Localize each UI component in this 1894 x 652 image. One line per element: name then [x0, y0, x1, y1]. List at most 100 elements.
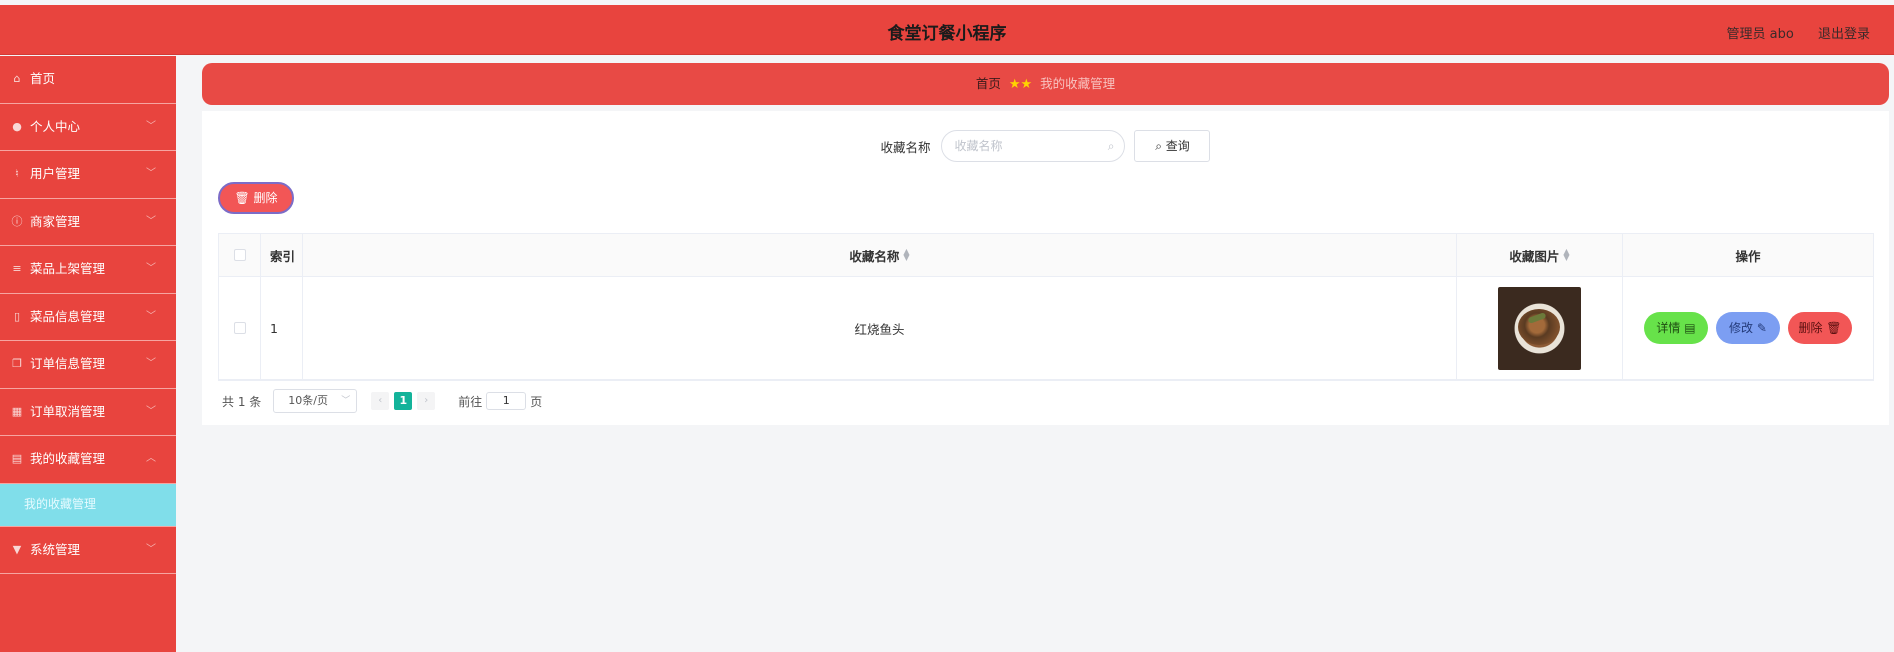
- table-row: 1 红烧鱼头 详情 ▤ 修改 ✎ 删除 🗑: [219, 277, 1873, 380]
- pagination-total: 共 1 条: [222, 394, 262, 409]
- sidebar-item-label: 个人中心: [30, 118, 81, 134]
- sidebar-item-label: 订单取消管理: [30, 403, 106, 419]
- briefcase-icon: ▤: [11, 452, 23, 465]
- sidebar-subitem-my-favorites[interactable]: 我的收藏管理: [0, 483, 176, 527]
- logout-link[interactable]: 退出登录: [1818, 27, 1870, 42]
- row-delete-label: 删除: [1798, 321, 1823, 335]
- chevron-down-icon: ﹀: [146, 120, 156, 132]
- chevron-down-icon: ﹀: [146, 310, 156, 322]
- dish-thumbnail[interactable]: [1498, 286, 1581, 370]
- chevron-down-icon: ﹀: [146, 543, 156, 555]
- app-title: 食堂订餐小程序: [887, 24, 1007, 44]
- header-user-area: 管理员 abo 退出登录: [1707, 23, 1870, 42]
- sort-icon[interactable]: ▲ ▼: [903, 248, 909, 262]
- query-button[interactable]: ⌕ 查询: [1134, 130, 1211, 162]
- trash-icon: 🗑: [234, 191, 250, 205]
- chevron-up-icon: ︿: [146, 453, 156, 464]
- chevron-down-icon: ﹀: [146, 358, 156, 369]
- column-header-image[interactable]: 收藏图片 ▲ ▼: [1457, 234, 1623, 276]
- sidebar-item-user-management[interactable]: ♮ 用户管理 ﹀: [0, 151, 176, 199]
- select-all-cell: [219, 234, 261, 276]
- breadcrumb: 首页 ★★ 我的收藏管理: [202, 63, 1889, 105]
- pencil-icon: ✎: [1756, 321, 1767, 335]
- row-actions: 详情 ▤ 修改 ✎ 删除 🗑: [1623, 277, 1873, 379]
- home-icon: ⌂: [13, 72, 21, 85]
- sidebar: ⌂ 首页 ● 个人中心 ﹀ ♮ 用户管理 ﹀ ⓘ 商家管理 ﹀ ≡ 菜品上架管理…: [0, 56, 176, 652]
- query-button-label: 查询: [1165, 139, 1190, 153]
- goto-page-input[interactable]: 1: [486, 392, 527, 410]
- detail-button[interactable]: 详情 ▤: [1644, 312, 1708, 344]
- sidebar-item-label: 我的收藏管理: [30, 451, 106, 466]
- sidebar-item-order-info-management[interactable]: ❐ 订单信息管理 ﹀: [0, 341, 176, 389]
- page-suffix-label: 页: [530, 394, 543, 409]
- user-icon: ●: [12, 119, 22, 133]
- sidebar-item-label: 菜品信息管理: [30, 308, 106, 324]
- row-delete-button[interactable]: 删除 🗑: [1788, 312, 1852, 344]
- prev-page-button[interactable]: ‹: [371, 392, 390, 410]
- sidebar-item-label: 系统管理: [30, 541, 81, 557]
- list-icon: ≡: [12, 262, 22, 275]
- trash-icon: 🗑: [1826, 321, 1842, 335]
- column-header-index: 索引: [261, 234, 303, 276]
- chevron-down-icon: ﹀: [146, 215, 156, 227]
- sidebar-item-dish-info-management[interactable]: ▯ 菜品信息管理 ﹀: [0, 294, 176, 341]
- chevron-down-icon: ﹀: [146, 405, 156, 417]
- column-header-image-label: 收藏图片: [1509, 248, 1560, 264]
- page-size-select[interactable]: 10条/页 ﹀: [273, 389, 358, 413]
- sidebar-item-my-favorites-management[interactable]: ▤ 我的收藏管理 ︿: [0, 436, 176, 484]
- page-size-value: 10条/页: [288, 394, 328, 407]
- chevron-down-icon: ﹀: [146, 263, 156, 274]
- sidebar-item-label: 首页: [30, 71, 56, 86]
- copy-icon: ❐: [12, 357, 22, 370]
- column-header-actions: 操作: [1735, 248, 1761, 264]
- select-all-checkbox[interactable]: [233, 249, 246, 261]
- sidebar-item-label: 用户管理: [30, 166, 81, 181]
- sort-icon[interactable]: ▲ ▼: [1563, 248, 1569, 262]
- row-image-cell: [1457, 277, 1623, 379]
- row-select-cell: [219, 277, 261, 379]
- search-icon: ⌕: [1155, 139, 1162, 153]
- column-header-name[interactable]: 收藏名称 ▲ ▼: [303, 234, 1457, 276]
- sidebar-item-order-cancel-management[interactable]: ▦ 订单取消管理 ﹀: [0, 389, 176, 436]
- clipboard-icon: ▦: [11, 404, 23, 418]
- info-icon: ⓘ: [11, 214, 23, 228]
- chevron-down-icon: ﹀: [341, 396, 351, 406]
- bulk-delete-button[interactable]: 🗑 删除: [218, 182, 294, 214]
- sidebar-item-label: 商家管理: [30, 213, 81, 229]
- column-header-name-label: 收藏名称: [849, 248, 900, 264]
- search-label: 收藏名称: [880, 139, 931, 155]
- star-separator-icon: ★★: [1008, 77, 1033, 92]
- favorites-table: 索引 收藏名称 ▲ ▼ 收藏图片 ▲ ▼ 操作 1 红烧鱼头 详情 ▤ 修改 ✎…: [218, 233, 1874, 381]
- bulk-delete-label: 删除: [253, 191, 278, 205]
- detail-label: 详情: [1656, 321, 1681, 335]
- sidebar-item-label: 菜品上架管理: [30, 261, 106, 276]
- top-header: 食堂订餐小程序 管理员 abo 退出登录: [0, 5, 1894, 55]
- main-content: 收藏名称 收藏名称 ⌕ ⌕ 查询 🗑 删除 索引 收藏名称 ▲ ▼ 收藏图片 ▲ ▼: [202, 111, 1889, 425]
- breadcrumb-current: 我的收藏管理: [1040, 76, 1116, 91]
- sidebar-item-dish-listing-management[interactable]: ≡ 菜品上架管理 ﹀: [0, 246, 176, 294]
- edit-label: 修改: [1729, 321, 1754, 335]
- chevron-down-icon: ﹀: [146, 168, 156, 179]
- search-placeholder: 收藏名称: [954, 139, 1003, 153]
- edit-button[interactable]: 修改 ✎: [1716, 312, 1780, 344]
- row-index: 1: [261, 277, 303, 379]
- microphone-icon: ♮: [15, 167, 19, 180]
- admin-user-label[interactable]: 管理员 abo: [1727, 27, 1794, 42]
- sidebar-item-personal-center[interactable]: ● 个人中心 ﹀: [0, 104, 176, 151]
- sidebar-item-merchant-management[interactable]: ⓘ 商家管理 ﹀: [0, 199, 176, 246]
- goto-label: 前往: [458, 394, 483, 409]
- breadcrumb-home[interactable]: 首页: [976, 76, 1001, 91]
- sidebar-item-home[interactable]: ⌂ 首页: [0, 56, 176, 104]
- table-header-row: 索引 收藏名称 ▲ ▼ 收藏图片 ▲ ▼ 操作: [219, 234, 1873, 277]
- row-checkbox[interactable]: [233, 322, 246, 334]
- search-input[interactable]: 收藏名称 ⌕: [940, 130, 1125, 162]
- page-number-current[interactable]: 1: [394, 392, 413, 410]
- pagination: 共 1 条 10条/页 ﹀ ‹ 1 › 前往 1 页: [222, 389, 542, 413]
- sidebar-item-system-management[interactable]: ▼ 系统管理 ﹀: [0, 527, 176, 574]
- sidebar-item-label: 订单信息管理: [30, 356, 106, 371]
- pushpin-icon: ▼: [12, 542, 22, 556]
- row-name: 红烧鱼头: [303, 277, 1457, 379]
- document-icon: ▤: [1684, 321, 1696, 335]
- next-page-button[interactable]: ›: [417, 392, 436, 410]
- search-form: 收藏名称 收藏名称 ⌕ ⌕ 查询: [202, 130, 1889, 162]
